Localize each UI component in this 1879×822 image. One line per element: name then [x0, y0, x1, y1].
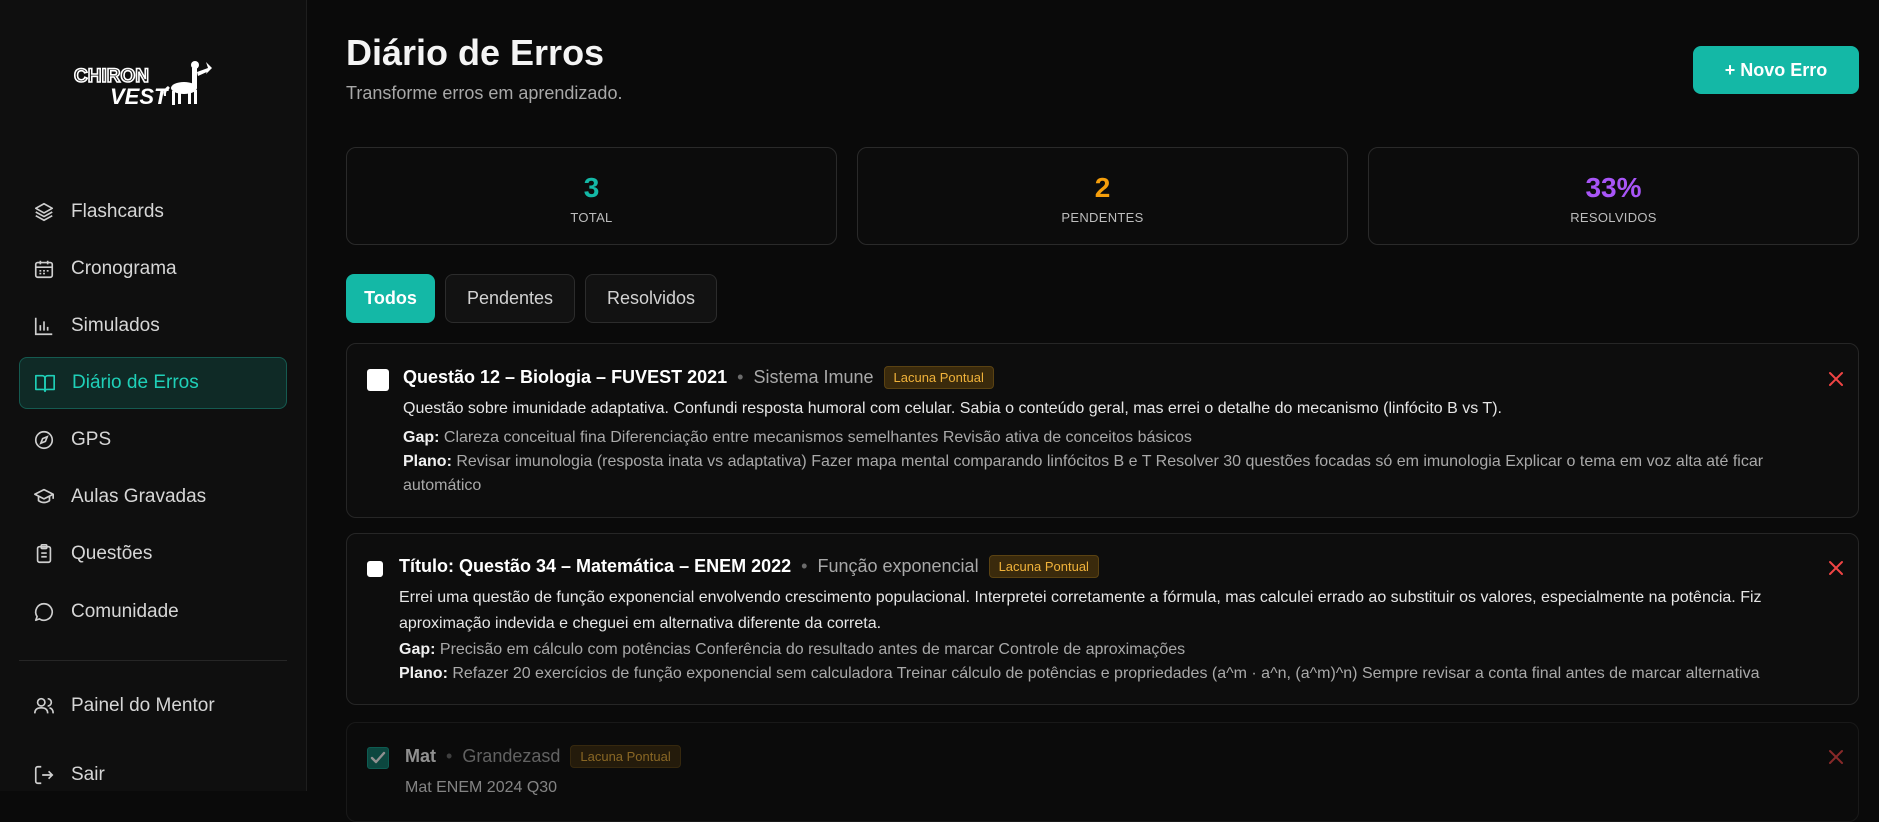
- stat-label: TOTAL: [570, 210, 613, 225]
- error-title: Mat: [405, 746, 436, 766]
- page-subtitle: Transforme erros em aprendizado.: [346, 83, 623, 103]
- gap-label: Gap:: [399, 641, 436, 658]
- sidebar-item-label: Cronograma: [71, 258, 177, 279]
- separator-dot: •: [801, 556, 808, 576]
- sidebar-item-simulados[interactable]: Simulados: [19, 300, 287, 352]
- sidebar-item-diario-de-erros[interactable]: Diário de Erros: [19, 357, 287, 409]
- error-description: Errei uma questão de função exponencial …: [399, 589, 1762, 632]
- stat-value: 33%: [1585, 172, 1642, 203]
- error-plano: Plano: Revisar imunologia (resposta inat…: [403, 450, 1813, 498]
- error-topic: Grandezasd: [462, 746, 561, 766]
- error-topic: Função exponencial: [817, 556, 979, 576]
- layers-icon: [34, 202, 54, 222]
- sidebar-item-label: Comunidade: [71, 601, 179, 622]
- error-description: Questão sobre imunidade adaptativa. Conf…: [403, 400, 1502, 417]
- error-title: Título: Questão 34 – Matemática – ENEM 2…: [399, 556, 792, 576]
- sidebar-item-painel-do-mentor[interactable]: Painel do Mentor: [19, 680, 287, 732]
- stat-card-total: 3 TOTAL: [346, 147, 837, 245]
- error-gap: Gap: Clareza conceitual fina Diferenciaç…: [403, 426, 1813, 450]
- delete-icon[interactable]: [1827, 559, 1845, 577]
- sidebar-item-flashcards[interactable]: Flashcards: [19, 186, 287, 238]
- gap-type-badge: Lacuna Pontual: [570, 745, 681, 768]
- gap-type-badge: Lacuna Pontual: [883, 366, 994, 389]
- plano-label: Plano:: [403, 453, 452, 470]
- sidebar-item-label: Questões: [71, 543, 153, 564]
- error-card: Título: Questão 34 – Matemática – ENEM 2…: [346, 533, 1859, 705]
- tab-resolvidos[interactable]: Resolvidos: [585, 274, 717, 323]
- graduation-cap-icon: [34, 488, 54, 504]
- gap-label: Gap:: [403, 429, 440, 446]
- resolved-checkbox[interactable]: [367, 369, 389, 391]
- chat-bubble-icon: [34, 602, 53, 622]
- book-open-icon: [35, 374, 55, 393]
- gap-text: Clareza conceitual fina Diferenciação en…: [443, 429, 1192, 446]
- plano-label: Plano:: [399, 665, 448, 682]
- separator-dot: •: [737, 367, 744, 387]
- stat-label: RESOLVIDOS: [1570, 210, 1657, 225]
- error-description: Mat ENEM 2024 Q30: [405, 779, 558, 796]
- delete-icon[interactable]: [1827, 370, 1845, 388]
- separator-dot: •: [446, 746, 453, 766]
- page-title: Diário de Erros: [346, 32, 605, 73]
- sidebar-divider: [19, 660, 287, 661]
- users-icon: [34, 697, 54, 714]
- main-content: Diário de Erros Transforme erros em apre…: [306, 0, 1879, 822]
- sidebar-item-sair[interactable]: Sair: [19, 749, 287, 801]
- plano-text: Revisar imunologia (resposta inata vs ad…: [403, 453, 1764, 494]
- error-gap: Gap: Precisão em cálculo com potências C…: [399, 638, 1819, 662]
- stat-card-pendentes: 2 PENDENTES: [857, 147, 1348, 245]
- logout-icon: [34, 765, 54, 785]
- stat-value: 3: [583, 172, 600, 203]
- sidebar-item-comunidade[interactable]: Comunidade: [19, 586, 287, 638]
- compass-icon: [34, 430, 54, 450]
- error-card-resolved: Mat • Grandezasd Lacuna Pontual Mat ENEM…: [346, 722, 1859, 822]
- gap-type-badge: Lacuna Pontual: [988, 555, 1099, 578]
- tab-pendentes[interactable]: Pendentes: [445, 274, 575, 323]
- sidebar: CHIRON VEST Flashcards Cronograma Simula…: [0, 0, 307, 791]
- sidebar-item-cronograma[interactable]: Cronograma: [19, 243, 287, 295]
- delete-icon[interactable]: [1827, 748, 1845, 766]
- error-card-header: Questão 12 – Biologia – FUVEST 2021 • Si…: [403, 366, 994, 389]
- sidebar-item-gps[interactable]: GPS: [19, 414, 287, 466]
- clipboard-icon: [36, 544, 52, 564]
- tab-todos[interactable]: Todos: [346, 274, 435, 323]
- sidebar-item-label: Painel do Mentor: [71, 695, 215, 716]
- bar-chart-icon: [34, 317, 53, 336]
- error-plano: Plano: Refazer 20 exercícios de função e…: [399, 662, 1819, 686]
- checkmark-icon: [370, 751, 386, 764]
- svg-text:VEST: VEST: [110, 84, 169, 109]
- calendar-icon: [34, 260, 54, 279]
- plano-text: Refazer 20 exercícios de função exponenc…: [452, 665, 1760, 682]
- error-card: Questão 12 – Biologia – FUVEST 2021 • Si…: [346, 343, 1859, 518]
- resolved-checkbox[interactable]: [367, 747, 389, 769]
- sidebar-item-label: Aulas Gravadas: [71, 486, 207, 507]
- resolved-checkbox[interactable]: [367, 561, 383, 577]
- stat-value: 2: [1094, 172, 1111, 203]
- stat-label: PENDENTES: [1061, 210, 1144, 225]
- sidebar-item-label: GPS: [71, 429, 112, 450]
- sidebar-item-label: Simulados: [71, 315, 160, 336]
- sidebar-item-aulas-gravadas[interactable]: Aulas Gravadas: [19, 471, 287, 523]
- sidebar-item-label: Flashcards: [71, 201, 164, 222]
- sidebar-item-questoes[interactable]: Questões: [19, 528, 287, 580]
- sidebar-item-label: Diário de Erros: [72, 372, 199, 393]
- sidebar-item-label: Sair: [71, 764, 105, 785]
- error-topic: Sistema Imune: [753, 367, 874, 387]
- stat-card-resolvidos: 33% RESOLVIDOS: [1368, 147, 1859, 245]
- error-title: Questão 12 – Biologia – FUVEST 2021: [403, 367, 728, 387]
- gap-text: Precisão em cálculo com potências Confer…: [439, 641, 1186, 658]
- new-error-button[interactable]: + Novo Erro: [1693, 46, 1859, 94]
- error-card-header: Título: Questão 34 – Matemática – ENEM 2…: [399, 555, 1099, 578]
- chiron-vest-logo[interactable]: CHIRON VEST: [72, 58, 220, 110]
- error-card-header: Mat • Grandezasd Lacuna Pontual: [405, 745, 681, 768]
